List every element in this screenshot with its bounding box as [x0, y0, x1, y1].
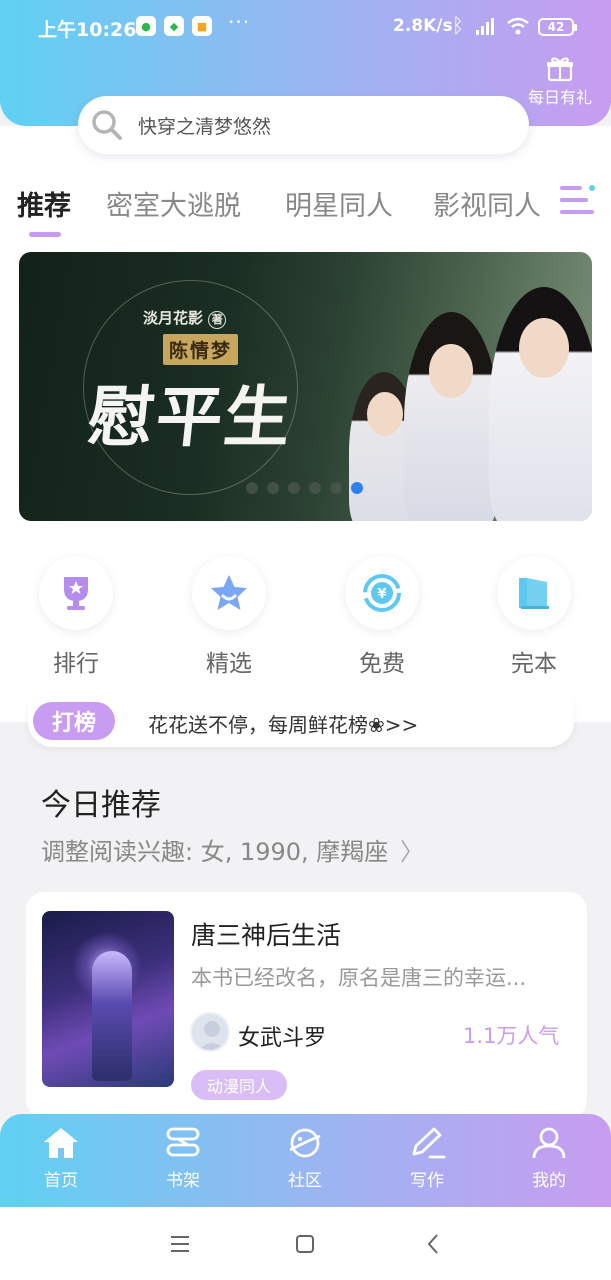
message-icon: ■	[192, 16, 212, 36]
book-card[interactable]: 唐三神后生活 本书已经改名，原名是唐三的幸运... 女武斗罗 1.1万人气 动漫…	[26, 892, 587, 1118]
book-title[interactable]: 唐三神后生活	[191, 916, 341, 952]
banner-dot-active[interactable]	[351, 482, 363, 494]
quick-link-label: 排行	[53, 651, 99, 677]
pen-icon	[412, 1127, 446, 1159]
quick-link-free[interactable]: ¥ 免费	[344, 556, 420, 678]
rank-strip-text[interactable]: 花花送不停，每周鲜花榜❀>>	[148, 709, 418, 738]
banner-dot[interactable]	[267, 482, 279, 494]
gift-label: 每日有礼	[527, 88, 592, 107]
banner-dot[interactable]	[288, 482, 300, 494]
tab-active-indicator	[29, 232, 61, 237]
cover-figure	[92, 951, 132, 1081]
system-navigation-bar	[0, 1207, 611, 1280]
nav-label: 书架	[166, 1171, 200, 1191]
promo-banner[interactable]: 淡月花影 著 陈情梦 慰平生	[19, 252, 592, 521]
nav-label: 写作	[410, 1171, 444, 1191]
nav-label: 首页	[44, 1171, 78, 1191]
banner-figure-face	[367, 392, 403, 436]
wechat-icon: ●	[136, 16, 156, 36]
reading-interest-text: 调整阅读兴趣: 女, 1990, 摩羯座	[41, 838, 389, 866]
nav-community[interactable]: 社区	[265, 1126, 345, 1191]
quick-link-label: 精选	[206, 651, 252, 677]
book-icon	[497, 556, 571, 630]
rank-badge: 打榜	[33, 702, 115, 740]
star-icon	[192, 556, 266, 630]
nav-label: 我的	[532, 1171, 566, 1191]
bluetooth-icon: ᛒ	[452, 13, 464, 37]
nav-profile[interactable]: 我的	[509, 1126, 589, 1191]
home-square-icon[interactable]	[290, 1229, 320, 1259]
trophy-icon	[39, 556, 113, 630]
gift-icon	[547, 57, 573, 82]
nav-write[interactable]: 写作	[387, 1126, 467, 1191]
banner-series: 陈情梦	[163, 334, 239, 365]
quick-link-label: 完本	[511, 651, 557, 677]
signal-icon	[476, 18, 494, 35]
chevron-right-icon: 〉	[399, 838, 424, 866]
book-description: 本书已经改名，原名是唐三的幸运...	[191, 966, 527, 990]
home-icon	[44, 1128, 78, 1158]
user-avatar-icon	[198, 1021, 226, 1050]
tab-film-tv-fanfic[interactable]: 影视同人	[433, 184, 541, 223]
search-bar[interactable]: 快穿之清梦悠然	[78, 96, 529, 154]
nav-home[interactable]: 首页	[21, 1126, 101, 1191]
category-menu-icon[interactable]	[558, 184, 598, 216]
quick-link-completed[interactable]: 完本	[496, 556, 572, 678]
shield-icon: ◆	[164, 16, 184, 36]
quick-link-label: 免费	[359, 651, 405, 677]
banner-figure-face	[429, 344, 473, 398]
book-author[interactable]: 女武斗罗	[238, 1020, 326, 1052]
avatar[interactable]	[190, 1012, 230, 1052]
banner-dot[interactable]	[246, 482, 258, 494]
tab-celebrity-fanfic[interactable]: 明星同人	[285, 184, 393, 223]
book-tag[interactable]: 动漫同人	[191, 1070, 288, 1100]
daily-gift-button[interactable]: 每日有礼	[522, 56, 598, 108]
category-tabs: 推荐 密室大逃脱 明星同人 影视同人	[0, 180, 611, 230]
menu-icon[interactable]	[165, 1229, 195, 1259]
status-time: 上午10:26	[38, 19, 137, 41]
section-title: 今日推荐	[41, 788, 161, 823]
battery-indicator: 42	[538, 18, 577, 36]
planet-icon	[289, 1128, 321, 1158]
search-text: 快穿之清梦悠然	[138, 115, 272, 138]
back-icon[interactable]	[419, 1229, 449, 1259]
book-popularity: 1.1万人气	[463, 1024, 560, 1048]
banner-author: 淡月花影 著	[143, 307, 227, 329]
nav-label: 社区	[288, 1171, 322, 1191]
user-icon	[532, 1127, 566, 1159]
wifi-icon	[507, 17, 529, 35]
quick-link-ranking[interactable]: 排行	[38, 556, 114, 678]
bookshelf-icon	[166, 1127, 200, 1157]
bottom-navigation: 首页 书架 社区 写作 我的	[0, 1114, 611, 1207]
reading-interest-link[interactable]: 调整阅读兴趣: 女, 1990, 摩羯座 〉	[41, 832, 424, 867]
more-notifications-icon: ···	[228, 10, 251, 34]
tab-recommend[interactable]: 推荐	[17, 184, 71, 223]
banner-dot[interactable]	[330, 482, 342, 494]
banner-figure-face	[519, 318, 569, 378]
quick-link-featured[interactable]: 精选	[191, 556, 267, 678]
banner-dot[interactable]	[309, 482, 321, 494]
status-bar: 上午10:26 ● ◆ ■ ··· 2.8K/s ᛒ 42	[0, 0, 611, 52]
network-speed: 2.8K/s	[393, 16, 453, 36]
banner-pagination	[246, 482, 363, 494]
tab-escape-room[interactable]: 密室大逃脱	[106, 184, 241, 223]
banner-title: 慰平生	[84, 378, 297, 456]
search-icon	[92, 110, 122, 140]
svg-text:¥: ¥	[377, 587, 386, 602]
book-cover[interactable]	[42, 911, 174, 1087]
nav-bookshelf[interactable]: 书架	[143, 1126, 223, 1191]
yuan-icon: ¥	[345, 556, 419, 630]
